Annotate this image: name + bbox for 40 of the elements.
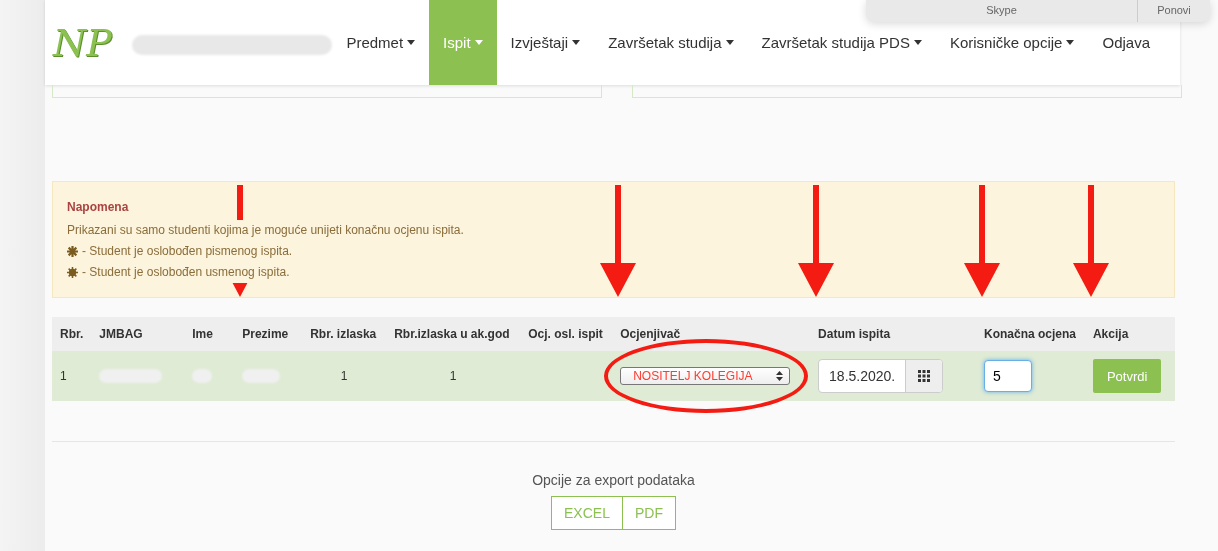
column-header: Rbr. [60,327,84,341]
notice-title: Napomena [67,200,130,214]
date-field[interactable]: 18.5.2020. [818,359,944,393]
notification-app: Skype [985,3,1018,18]
column-header: JMBAG [99,327,143,341]
column-header: Datum ispita [818,327,891,341]
grade-input[interactable]: 5 [983,360,1032,392]
notice-text: - Student je oslobođen pismenog ispita. [82,241,293,262]
export-title: Opcije za export podataka [532,472,695,488]
caret-icon [725,40,734,45]
table-cell: 1 [340,369,348,383]
nav-menu-item[interactable]: Završetak studija [594,0,748,85]
calendar-icon [918,370,931,382]
nav-menu-item[interactable]: Završetak studija PDS [747,0,936,85]
redacted-text [99,369,163,384]
table-cell: 1 [60,369,67,383]
column-header: Prezime [242,327,289,341]
notice-text: Prikazani su samo studenti kojima je moguće unijeti konačnu ocjenu ispita. [67,220,464,241]
column-header: Konačna ocjena [983,327,1076,341]
column-header: Ime [192,327,213,341]
column-header: Ocjenjivač [620,327,681,341]
redacted-text [242,369,281,384]
caret-icon [913,40,922,45]
caret-icon [407,40,416,45]
column-header: Akcija [1092,327,1129,341]
asterisk-icon [67,246,78,257]
column-header: Rbr. izlaska [310,327,377,341]
table-cell: 1 [449,369,457,383]
column-header: Ocj. osl. ispit [528,327,603,341]
notification-action[interactable]: Ponovi [1137,0,1210,22]
redacted-text [192,369,213,384]
column-header: Rbr.izlaska u ak.god [394,327,510,341]
notice-text: - Student je oslobođen usmenog ispita. [82,262,290,283]
caret-icon [474,40,483,45]
caret-icon [572,40,581,45]
caret-icon [1066,40,1075,45]
nav-menu-item[interactable]: Izvještaji [496,0,595,85]
nav-menu-item[interactable]: Predmet [332,0,430,85]
updown-icon [776,371,784,381]
sun-icon [67,267,78,278]
